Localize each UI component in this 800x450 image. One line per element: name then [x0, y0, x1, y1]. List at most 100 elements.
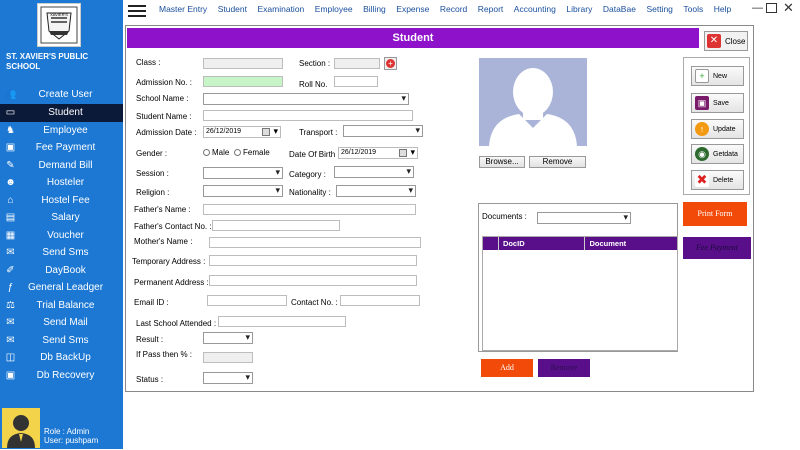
- remove-photo-button[interactable]: Remove: [529, 156, 586, 168]
- session-select[interactable]: [203, 167, 283, 179]
- school-name-label: School Name :: [136, 94, 189, 103]
- section-field[interactable]: [334, 58, 380, 69]
- father-name-field[interactable]: [203, 204, 416, 215]
- sidebar-item-voucher[interactable]: ▦ Voucher: [0, 227, 123, 245]
- delete-button[interactable]: ✖ Delete: [691, 170, 744, 190]
- sidebar-item-trial-balance[interactable]: ⚖ Trial Balance: [0, 297, 123, 315]
- menu-item-student[interactable]: Student: [218, 4, 247, 14]
- gender-female-radio[interactable]: Female: [234, 148, 270, 157]
- sidebar-item-general-leadger[interactable]: ƒ General Leadger: [0, 279, 123, 297]
- roll-no-field[interactable]: [334, 76, 378, 87]
- close-window-icon[interactable]: ✕: [783, 0, 794, 16]
- sidebar-item-label: Student: [48, 107, 83, 119]
- perm-address-field[interactable]: [209, 275, 417, 286]
- sidebar-item-employee[interactable]: ♞ Employee: [0, 122, 123, 140]
- main-menu: Master Entry Student Examination Employee Bi…: [159, 4, 742, 14]
- sidebar-item-create-user[interactable]: 👥 Create User: [0, 84, 123, 104]
- documents-panel: Documents : DocID Document: [478, 203, 678, 352]
- minimize-icon[interactable]: —: [752, 2, 763, 14]
- menu-item-examination[interactable]: Examination: [258, 4, 305, 14]
- delete-x-icon: ✖: [695, 172, 709, 187]
- menu-item-tools[interactable]: Tools: [683, 4, 703, 14]
- nationality-select[interactable]: [336, 185, 416, 197]
- sidebar-item-student[interactable]: ▭ Student: [0, 104, 123, 122]
- documents-select[interactable]: [537, 212, 631, 224]
- sidebar-item-demand-bill[interactable]: ✎ Demand Bill: [0, 157, 123, 175]
- transport-select[interactable]: [343, 125, 423, 137]
- add-document-button[interactable]: Add: [481, 359, 533, 377]
- maximize-icon[interactable]: [766, 1, 777, 13]
- sidebar-item-db-recovery[interactable]: ▣ Db Recovery: [0, 367, 123, 385]
- sidebar-item-label: Demand Bill: [38, 159, 93, 171]
- dob-value: 26/12/2019: [341, 149, 377, 156]
- temp-address-field[interactable]: [209, 255, 417, 266]
- sidebar-item-daybook[interactable]: ✐ DayBook: [0, 262, 123, 280]
- father-name-label: Father's Name :: [134, 205, 191, 214]
- menu-item-report[interactable]: Report: [478, 4, 504, 14]
- voucher-icon: ▦: [5, 229, 16, 241]
- arrow-up-icon: ↑: [695, 122, 709, 136]
- top-menu-bar: Master Entry Student Examination Employee Bi…: [123, 0, 800, 20]
- menu-item-employee[interactable]: Employee: [315, 4, 353, 14]
- admission-date-value: 26/12/2019: [206, 128, 242, 135]
- action-buttons: + New ▣ Save ↑ Update ◉ Getdata ✖ Delete: [683, 57, 750, 195]
- close-button[interactable]: ✕ Close: [704, 31, 748, 51]
- student-name-field[interactable]: [203, 110, 413, 121]
- menu-item-expense[interactable]: Expense: [396, 4, 429, 14]
- calendar-icon: [262, 128, 270, 136]
- mother-name-field[interactable]: [209, 237, 421, 248]
- fee-payment-button[interactable]: Fee Payment: [683, 237, 751, 259]
- sidebar-item-db-backup[interactable]: ◫ Db BackUp: [0, 349, 123, 367]
- last-school-field[interactable]: [218, 316, 346, 327]
- sidebar-item-hostel-fee[interactable]: ⌂ Hostel Fee: [0, 192, 123, 210]
- hamburger-menu-icon[interactable]: [128, 5, 146, 17]
- contact-field[interactable]: [340, 295, 420, 306]
- update-button[interactable]: ↑ Update: [691, 119, 744, 139]
- add-section-button[interactable]: +: [384, 57, 397, 70]
- menu-item-databae[interactable]: DataBae: [603, 4, 636, 14]
- sidebar-item-fee-payment[interactable]: ▣ Fee Payment: [0, 139, 123, 157]
- menu-item-help[interactable]: Help: [714, 4, 731, 14]
- email-field[interactable]: [207, 295, 287, 306]
- sidebar-item-salary[interactable]: ▤ Salary: [0, 209, 123, 227]
- sidebar: XAVIER'S ST. XAVIER'S PUBLIC SCHOOL 👥 Cre…: [0, 0, 123, 449]
- remove-document-button[interactable]: Remove: [538, 359, 590, 377]
- menu-item-setting[interactable]: Setting: [646, 4, 672, 14]
- save-button[interactable]: ▣ Save: [691, 93, 744, 113]
- menu-item-master-entry[interactable]: Master Entry: [159, 4, 207, 14]
- column-document: Document: [589, 239, 627, 248]
- new-button[interactable]: + New: [691, 66, 744, 86]
- browse-button[interactable]: Browse...: [479, 156, 525, 168]
- sidebar-item-send-mail[interactable]: ✉ Send Mail: [0, 314, 123, 332]
- getdata-button[interactable]: ◉ Getdata: [691, 144, 744, 164]
- admission-no-field[interactable]: [203, 76, 283, 87]
- admission-no-label: Admission No. :: [136, 78, 193, 87]
- nationality-label: Nationality :: [289, 188, 331, 197]
- gender-male-radio[interactable]: Male: [203, 148, 229, 157]
- class-field[interactable]: [203, 58, 283, 69]
- gender-label: Gender :: [136, 149, 168, 158]
- sidebar-item-label: Db Recovery: [36, 369, 95, 381]
- status-select[interactable]: [203, 372, 253, 384]
- admission-date-picker[interactable]: 26/12/2019: [203, 126, 281, 138]
- status-label: Status :: [136, 375, 164, 384]
- user-role: Role : Admin: [44, 427, 90, 436]
- new-document-icon: +: [695, 69, 709, 83]
- father-contact-field[interactable]: [212, 220, 340, 231]
- menu-item-accounting[interactable]: Accounting: [514, 4, 556, 14]
- sidebar-item-label: Employee: [43, 124, 88, 136]
- menu-item-record[interactable]: Record: [440, 4, 467, 14]
- print-form-button[interactable]: Print Form: [683, 202, 747, 226]
- result-select[interactable]: [203, 332, 253, 344]
- sidebar-item-send-sms[interactable]: ✉ Send Sms: [0, 332, 123, 350]
- plus-icon: +: [386, 59, 395, 68]
- category-select[interactable]: [334, 166, 414, 178]
- menu-item-library[interactable]: Library: [566, 4, 592, 14]
- sidebar-item-hosteler[interactable]: ☻ Hosteler: [0, 174, 123, 192]
- dob-picker[interactable]: 26/12/2019: [338, 147, 418, 159]
- school-name-select[interactable]: [203, 93, 409, 105]
- pass-percent-field[interactable]: [203, 352, 253, 363]
- menu-item-billing[interactable]: Billing: [363, 4, 386, 14]
- religion-select[interactable]: [203, 185, 283, 197]
- sidebar-item-send-sms[interactable]: ✉ Send Sms: [0, 244, 123, 262]
